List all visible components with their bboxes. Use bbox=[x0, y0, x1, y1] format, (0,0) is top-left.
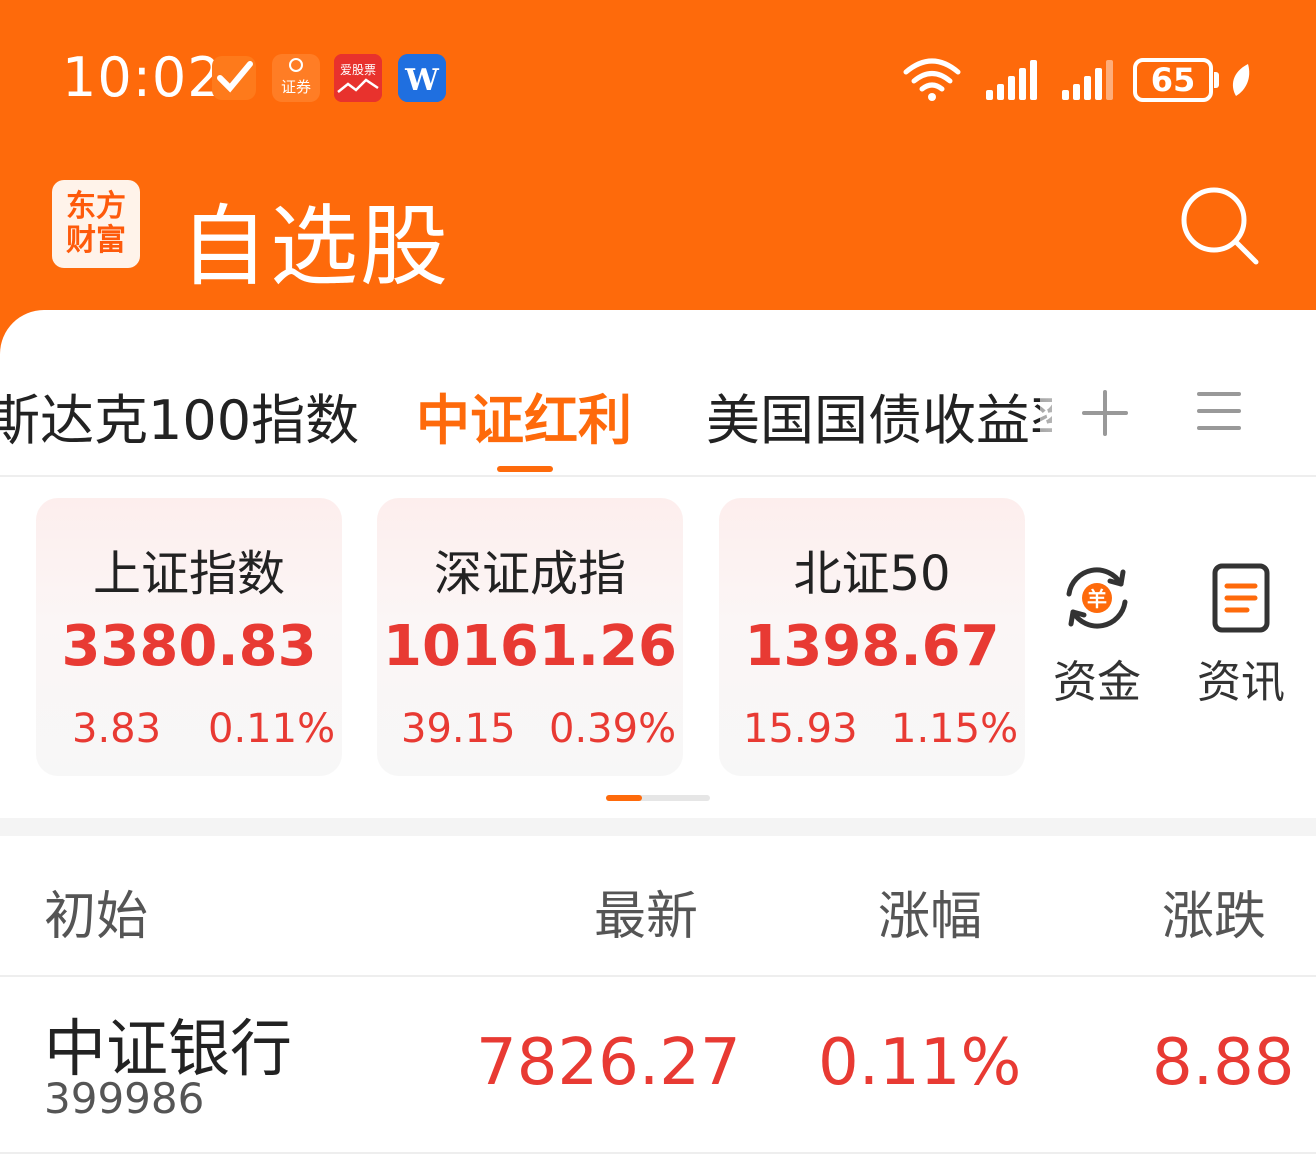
fund-flow-icon: 羊 bbox=[1066, 567, 1128, 629]
search-button[interactable] bbox=[1178, 184, 1262, 268]
index-name: 上证指数 bbox=[92, 546, 285, 602]
tab-us-treasury[interactable]: 美国国债收益率 bbox=[706, 376, 1052, 455]
index-carousel-pager bbox=[606, 795, 710, 801]
index-value: 3380.83 bbox=[61, 614, 317, 679]
tab-nasdaq100[interactable]: 斯达克100指数 bbox=[0, 376, 359, 455]
index-change: 3.83 bbox=[72, 706, 162, 752]
index-change: 39.15 bbox=[401, 706, 516, 752]
charging-leaf-icon bbox=[1228, 62, 1254, 102]
svg-text:W: W bbox=[404, 63, 440, 98]
column-header-latest[interactable]: 最新 bbox=[594, 874, 698, 949]
index-percent: 1.15% bbox=[891, 706, 1019, 752]
cellular-signal-icon bbox=[984, 58, 1040, 104]
battery-indicator: 65 bbox=[1133, 58, 1219, 102]
w-app-icon: W bbox=[398, 54, 446, 102]
section-gap bbox=[0, 818, 1316, 836]
logo-text-line1: 东方 bbox=[66, 189, 126, 224]
index-name: 北证50 bbox=[793, 546, 951, 602]
tab-csi-dividend[interactable]: 中证红利 bbox=[416, 376, 632, 455]
news-button[interactable]: 资讯 bbox=[1186, 560, 1296, 710]
status-time: 10:02 bbox=[62, 46, 223, 109]
menu-icon bbox=[1197, 392, 1241, 430]
zhengquan-app-icon: 证券 bbox=[272, 54, 320, 102]
svg-text:羊: 羊 bbox=[1087, 587, 1107, 611]
column-header-change[interactable]: 涨跌 bbox=[1162, 874, 1266, 949]
index-percent: 0.11% bbox=[208, 706, 336, 752]
index-card-bse50[interactable]: 北证50 1398.67 15.93 1.15% bbox=[719, 498, 1025, 776]
add-group-button[interactable] bbox=[1080, 388, 1130, 442]
svg-text:证券: 证券 bbox=[281, 78, 311, 96]
funds-label: 资金 bbox=[1053, 657, 1141, 708]
stock-code: 399986 bbox=[44, 1074, 205, 1123]
index-percent: 0.39% bbox=[549, 706, 677, 752]
index-card-szse[interactable]: 深证成指 10161.26 39.15 0.39% bbox=[377, 498, 683, 776]
row-divider bbox=[0, 1152, 1316, 1154]
active-tab-indicator bbox=[497, 466, 553, 472]
funds-button[interactable]: 羊 资金 bbox=[1042, 560, 1152, 710]
wifi-icon bbox=[902, 56, 962, 106]
stock-change: 8.88 bbox=[1152, 1026, 1295, 1100]
group-menu-button[interactable] bbox=[1196, 388, 1242, 438]
tabs-divider bbox=[0, 475, 1316, 477]
column-header-initial[interactable]: 初始 bbox=[44, 874, 148, 949]
stock-latest-price: 7826.27 bbox=[476, 1026, 741, 1100]
plus-icon bbox=[1082, 390, 1128, 436]
pager-active-indicator bbox=[606, 795, 642, 801]
index-change: 15.93 bbox=[743, 706, 858, 752]
news-label: 资讯 bbox=[1197, 657, 1285, 708]
index-card-sse[interactable]: 上证指数 3380.83 3.83 0.11% bbox=[36, 498, 342, 776]
stock-pct-change: 0.11% bbox=[818, 1026, 1022, 1100]
svg-text:爱股票: 爱股票 bbox=[340, 63, 376, 77]
index-value: 10161.26 bbox=[382, 614, 678, 679]
header-divider bbox=[0, 975, 1316, 977]
index-name: 深证成指 bbox=[433, 546, 626, 602]
checkmark-app-icon bbox=[210, 54, 258, 102]
cellular-signal-icon bbox=[1060, 58, 1116, 104]
index-value: 1398.67 bbox=[744, 614, 1000, 679]
page-title: 自选股 bbox=[180, 195, 451, 298]
logo-text-line2: 财富 bbox=[66, 223, 126, 258]
app-logo[interactable]: 东方 财富 bbox=[52, 180, 140, 268]
aigupiao-app-icon: 爱股票 bbox=[334, 54, 382, 102]
search-icon bbox=[1181, 187, 1259, 265]
news-document-icon bbox=[1212, 563, 1270, 633]
column-header-pct-change[interactable]: 涨幅 bbox=[878, 874, 982, 949]
